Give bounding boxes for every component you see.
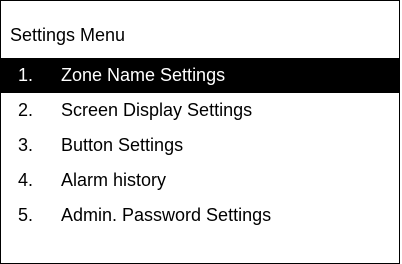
menu-item-button-settings[interactable]: 3. Button Settings <box>1 128 399 163</box>
menu-item-label: Button Settings <box>61 135 184 155</box>
menu-item-number: 2. <box>18 100 34 120</box>
menu-item-label: Alarm history <box>61 170 167 190</box>
menu-item-number: 5. <box>18 205 34 225</box>
menu-item-label: Zone Name Settings <box>61 65 226 85</box>
menu-item-screen-display-settings[interactable]: 2. Screen Display Settings <box>1 93 399 128</box>
menu-item-alarm-history[interactable]: 4. Alarm history <box>1 163 399 198</box>
menu-item-zone-name-settings[interactable]: 1. Zone Name Settings <box>1 58 399 93</box>
menu-list: 1. Zone Name Settings 2. Screen Display … <box>1 58 399 233</box>
menu-item-number: 3. <box>18 135 34 155</box>
menu-item-admin-password-settings[interactable]: 5. Admin. Password Settings <box>1 198 399 233</box>
menu-item-label: Admin. Password Settings <box>61 205 272 225</box>
menu-item-number: 1. <box>18 65 34 85</box>
menu-item-label: Screen Display Settings <box>61 100 253 120</box>
menu-title: Settings Menu <box>10 25 126 45</box>
settings-menu-panel: Settings Menu 1. Zone Name Settings 2. S… <box>0 0 400 264</box>
menu-item-number: 4. <box>18 170 34 190</box>
